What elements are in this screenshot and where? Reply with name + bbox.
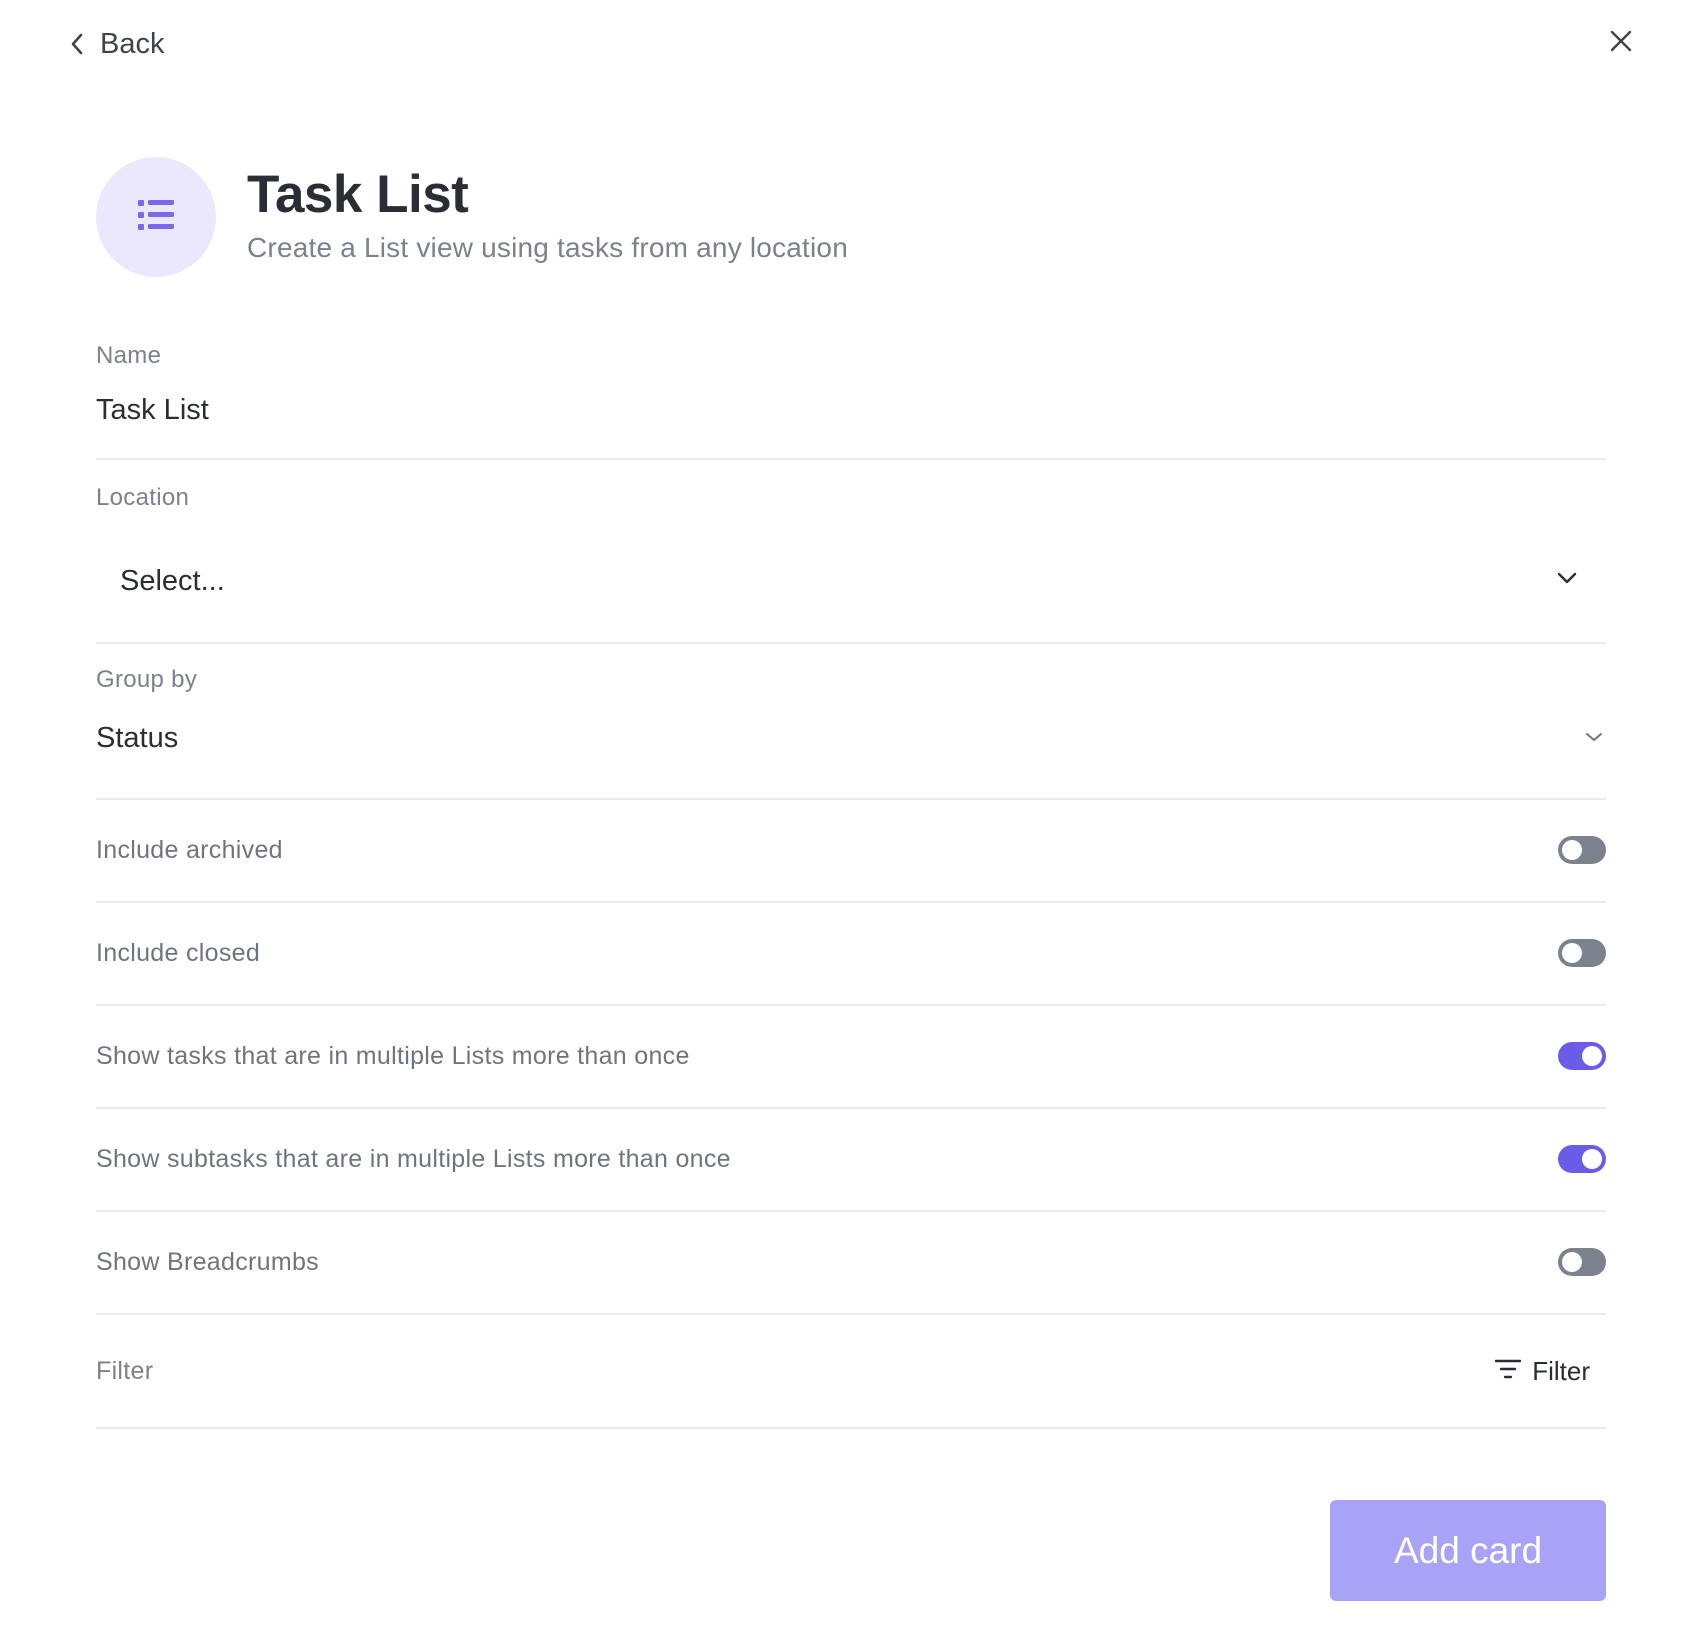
filter-button[interactable]: Filter bbox=[1495, 1351, 1590, 1391]
filter-icon bbox=[1495, 1358, 1522, 1385]
back-button[interactable]: Back bbox=[70, 22, 164, 66]
group-by-label: Group by bbox=[96, 666, 198, 693]
close-icon bbox=[1609, 29, 1633, 58]
chevron-left-icon bbox=[70, 32, 84, 56]
name-label: Name bbox=[96, 342, 162, 369]
toggle-row-multiple-lists-subtasks: Show subtasks that are in multiple Lists… bbox=[96, 1109, 1606, 1212]
close-button[interactable] bbox=[1598, 20, 1644, 66]
toggle-label: Include archived bbox=[96, 836, 283, 864]
toggle-label: Show subtasks that are in multiple Lists… bbox=[96, 1145, 731, 1173]
chevron-down-icon bbox=[1584, 730, 1604, 748]
back-label: Back bbox=[100, 27, 165, 60]
filter-row: Filter Filter bbox=[96, 1315, 1606, 1429]
group-by-select[interactable]: Status bbox=[96, 714, 1606, 762]
toggle-label: Show tasks that are in multiple Lists mo… bbox=[96, 1042, 690, 1070]
add-card-button[interactable]: Add card bbox=[1330, 1500, 1606, 1601]
toggle-row-show-breadcrumbs: Show Breadcrumbs bbox=[96, 1212, 1606, 1315]
toggle-row-include-archived: Include archived bbox=[96, 800, 1606, 903]
multiple-lists-subtasks-toggle[interactable] bbox=[1558, 1145, 1606, 1173]
location-select-value: Select... bbox=[120, 564, 225, 597]
page-title: Task List bbox=[247, 165, 469, 224]
toggle-label: Show Breadcrumbs bbox=[96, 1248, 319, 1276]
card-header: Task List Create a List view using tasks… bbox=[96, 157, 848, 277]
location-select[interactable]: Select... bbox=[96, 544, 1606, 618]
show-breadcrumbs-toggle[interactable] bbox=[1558, 1248, 1606, 1276]
name-field[interactable]: Name Task List bbox=[96, 320, 1606, 460]
list-icon bbox=[136, 198, 176, 237]
filter-button-label: Filter bbox=[1532, 1355, 1590, 1386]
include-closed-toggle[interactable] bbox=[1558, 939, 1606, 967]
location-field: Location Select... bbox=[96, 460, 1606, 644]
page-subtitle: Create a List view using tasks from any … bbox=[247, 232, 848, 263]
group-by-select-value: Status bbox=[96, 721, 179, 754]
group-by-field: Group by Status bbox=[96, 644, 1606, 800]
toggle-row-include-closed: Include closed bbox=[96, 903, 1606, 1006]
name-input[interactable]: Task List bbox=[96, 394, 209, 427]
header-icon-badge bbox=[96, 157, 216, 277]
toggle-knob bbox=[1562, 1252, 1582, 1272]
toggle-label: Include closed bbox=[96, 939, 261, 967]
toggle-knob bbox=[1582, 1046, 1602, 1066]
filter-label: Filter bbox=[96, 1357, 154, 1385]
toggle-row-multiple-lists-tasks: Show tasks that are in multiple Lists mo… bbox=[96, 1006, 1606, 1109]
card-settings-form: Name Task List Location Select... Group … bbox=[96, 320, 1606, 1429]
location-label: Location bbox=[96, 484, 190, 511]
toggle-knob bbox=[1562, 840, 1582, 860]
toggle-knob bbox=[1582, 1149, 1602, 1169]
chevron-down-icon bbox=[1556, 571, 1578, 590]
include-archived-toggle[interactable] bbox=[1558, 836, 1606, 864]
multiple-lists-tasks-toggle[interactable] bbox=[1558, 1042, 1606, 1070]
toggle-knob bbox=[1562, 943, 1582, 963]
